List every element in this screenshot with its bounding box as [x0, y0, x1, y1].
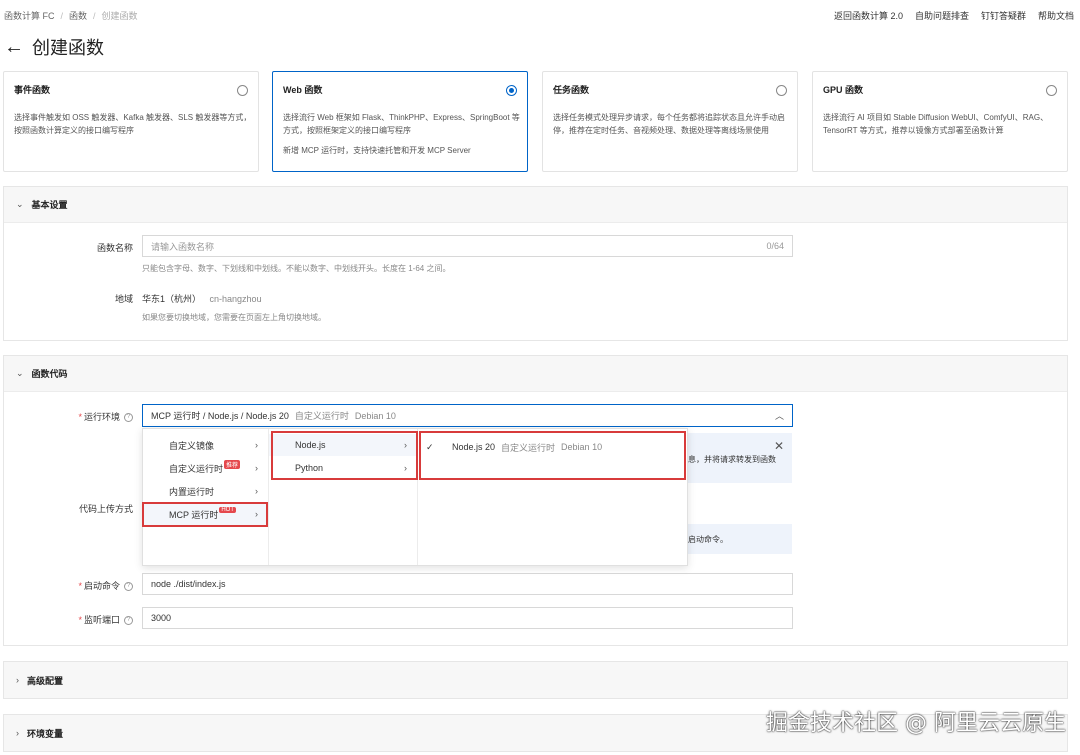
- region-label: 地域: [114, 294, 133, 304]
- chevron-right-icon: ›: [255, 440, 258, 450]
- radio-event-function[interactable]: [237, 85, 248, 96]
- panel-advanced-config: › 高级配置: [3, 661, 1068, 699]
- link-back-fc2[interactable]: 返回函数计算 2.0: [834, 11, 903, 21]
- breadcrumb-fc[interactable]: 函数计算 FC: [4, 11, 55, 21]
- card-web-function[interactable]: Web 函数 选择流行 Web 框架如 Flask、ThinkPHP、Expre…: [272, 71, 528, 172]
- breadcrumb-current: 创建函数: [101, 11, 138, 21]
- chevron-right-icon: ›: [16, 675, 19, 685]
- highlight-mcp-runtime: [142, 502, 268, 527]
- listen-port-label: * 监听端口?: [3, 613, 133, 626]
- chevron-up-icon: ︿: [774, 411, 784, 421]
- cascader-item-custom-runtime[interactable]: 自定义运行时 推荐 ›: [143, 457, 268, 479]
- function-name-placeholder: 请输入函数名称: [151, 241, 215, 252]
- title-row: ← 创建函数: [4, 34, 104, 60]
- panel-code-title: 函数代码: [31, 369, 68, 379]
- top-links: 返回函数计算 2.0 自助问题排查 钉钉答疑群 帮助文档: [822, 9, 1074, 22]
- breadcrumb: 函数计算 FC / 函数 / 创建函数: [4, 11, 138, 21]
- notice-text: 息，并将请求转发到函数: [688, 455, 776, 464]
- chevron-right-icon: ›: [255, 463, 258, 473]
- card-title: 事件函数: [14, 85, 51, 95]
- upload-method-label: 代码上传方式: [78, 504, 133, 514]
- close-icon[interactable]: ✕: [774, 439, 784, 453]
- region-value: 华东1（杭州） cn-hangzhou: [142, 292, 262, 305]
- card-desc: 选择任务模式处理异步请求，每个任务都将追踪状态且允许手动启停，推荐在定时任务、音…: [553, 113, 785, 135]
- radio-web-function[interactable]: [506, 85, 517, 96]
- chevron-right-icon: ›: [255, 486, 258, 496]
- page-title: 创建函数: [32, 38, 104, 58]
- function-name-hint: 只能包含字母、数字、下划线和中划线。不能以数字、中划线开头。长度在 1-64 之…: [142, 264, 451, 273]
- card-event-function[interactable]: 事件函数 选择事件触发如 OSS 触发器、Kafka 触发器、SLS 触发器等方…: [3, 71, 259, 172]
- link-dingtalk-group[interactable]: 钉钉答疑群: [981, 11, 1026, 21]
- card-desc: 选择流行 Web 框架如 Flask、ThinkPHP、Express、Spri…: [283, 113, 520, 135]
- start-command-label-text: 启动命令: [83, 581, 120, 591]
- region-code: cn-hangzhou: [209, 294, 262, 304]
- link-self-check[interactable]: 自助问题排查: [915, 11, 969, 21]
- watermark: 掘金技术社区 @ 阿里云云原生: [766, 711, 1066, 736]
- region-name: 华东1（杭州）: [142, 294, 202, 304]
- chevron-right-icon: ›: [16, 728, 19, 738]
- runtime-os: Debian 10: [354, 410, 396, 421]
- back-arrow-icon[interactable]: ←: [4, 37, 24, 57]
- function-name-label: 函数名称: [96, 243, 133, 253]
- help-icon[interactable]: ?: [124, 616, 133, 626]
- start-command-notice: 启动命令。: [688, 524, 792, 554]
- card-task-function[interactable]: 任务函数 选择任务模式处理异步请求，每个任务都将追踪状态且允许手动启停，推荐在定…: [542, 71, 798, 172]
- runtime-label-text: 运行环境: [83, 412, 120, 422]
- card-gpu-function[interactable]: GPU 函数 选择流行 AI 项目如 Stable Diffusion WebU…: [812, 71, 1068, 172]
- runtime-notice: 息，并将请求转发到函数 ✕: [688, 433, 792, 483]
- card-title: Web 函数: [283, 85, 323, 95]
- card-desc: 选择流行 AI 项目如 Stable Diffusion WebUI、Comfy…: [823, 113, 1049, 135]
- card-title: 任务函数: [553, 85, 590, 95]
- help-icon[interactable]: ?: [124, 582, 133, 592]
- listen-port-value: 3000: [151, 613, 172, 623]
- link-help-docs[interactable]: 帮助文档: [1038, 11, 1074, 21]
- chevron-down-icon: ⌄: [16, 368, 24, 378]
- recommend-badge: 推荐: [224, 459, 241, 469]
- runtime-custom: 自定义运行时: [294, 411, 349, 421]
- notice-text: 启动命令。: [688, 535, 728, 544]
- runtime-value: MCP 运行时 / Node.js / Node.js 20: [151, 411, 289, 421]
- help-icon[interactable]: ?: [124, 413, 133, 423]
- cascader-col-1: 自定义镜像 › 自定义运行时 推荐 › 内置运行时 › MCP 运行时 HOT ›: [143, 429, 269, 565]
- panel-basic-title: 基本设置: [31, 200, 68, 210]
- region-hint: 如果您要切换地域，您需要在页面左上角切换地域。: [142, 313, 326, 322]
- function-name-input[interactable]: 请输入函数名称 0/64: [142, 235, 793, 257]
- cascader-item-builtin-runtime[interactable]: 内置运行时 ›: [143, 480, 268, 502]
- card-desc: 选择事件触发如 OSS 触发器、Kafka 触发器、SLS 触发器等方式，按照函…: [14, 113, 252, 135]
- cascader-item-custom-image[interactable]: 自定义镜像 ›: [143, 434, 268, 456]
- panel-advanced-header[interactable]: › 高级配置: [4, 662, 1067, 698]
- listen-port-label-text: 监听端口: [83, 615, 120, 625]
- panel-env-title: 环境变量: [27, 728, 64, 739]
- chevron-down-icon: ⌄: [16, 199, 24, 209]
- runtime-cascader: 自定义镜像 › 自定义运行时 推荐 › 内置运行时 › MCP 运行时 HOT › Node…: [142, 428, 688, 566]
- panel-basic-header[interactable]: ⌄ 基本设置: [4, 187, 1067, 223]
- runtime-label: * 运行环境?: [3, 410, 133, 423]
- runtime-select[interactable]: MCP 运行时 / Node.js / Node.js 20 自定义运行时 De…: [142, 404, 793, 427]
- start-command-value: node ./dist/index.js: [151, 579, 226, 589]
- radio-task-function[interactable]: [776, 85, 787, 96]
- breadcrumb-functions[interactable]: 函数: [69, 11, 87, 21]
- start-command-label: * 启动命令?: [3, 579, 133, 592]
- radio-gpu-function[interactable]: [1046, 85, 1057, 96]
- panel-advanced-title: 高级配置: [27, 675, 64, 686]
- highlight-nodejs20: [419, 431, 686, 480]
- card-extra: 新增 MCP 运行时，支持快速托管和开发 MCP Server: [283, 146, 471, 155]
- function-name-count: 0/64: [766, 241, 784, 251]
- listen-port-input[interactable]: 3000: [142, 607, 793, 629]
- card-title: GPU 函数: [823, 85, 864, 95]
- highlight-nodejs-python: [271, 431, 418, 480]
- start-command-input[interactable]: node ./dist/index.js: [142, 573, 793, 595]
- panel-code-header[interactable]: ⌄ 函数代码: [4, 356, 1067, 392]
